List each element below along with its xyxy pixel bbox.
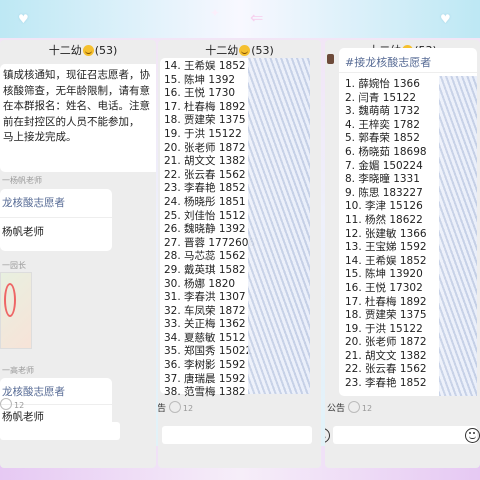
sparkle-icon: ✦ [210,6,221,20]
notice-count: 12 [14,401,25,410]
list-item: 18. 贾建荣 1375 [164,114,246,127]
list-item: 36. 李树影 1592 [164,359,246,372]
list-item: 5. 郭春荣 1852 [345,132,420,145]
list-item: 13. 王宝娣 1592 [345,241,427,254]
list-item: 17. 杜春梅 1892 [164,100,246,113]
member-count: (53) [251,44,274,57]
list-item: 19. 于洪 15122 [345,322,423,335]
chat-title: 十二幼 [48,44,82,57]
reply-text: 杨帆老师 [2,226,44,238]
arrow-decoration-icon: ⇐ [250,8,264,27]
list-item: 26. 魏晓静 1392 [164,223,246,236]
list-item: 27. 晋蓉 1772606 [164,236,256,249]
list-item: 24. 杨晓彤 1851 [164,195,246,208]
notice-icon [168,401,181,413]
list-item: 14. 王希娱 1852 [345,254,427,267]
list-item: 2. 闫青 15122 [345,91,417,104]
list-item: 38. 范雪梅 1382 [164,386,246,399]
list-item: 31. 李春洪 1307 [164,291,246,304]
message-bubble[interactable]: 14. 王希娱 1852 15. 陈坤 1392 16. 王悦 1730 17.… [160,58,310,398]
list-item: 10. 李津 15126 [345,200,423,213]
link-card[interactable]: 龙核酸志愿者 杨帆老师 [0,189,112,251]
list-item: 16. 王悦 1730 [164,87,236,100]
heart-icon: ♥ [440,12,451,26]
chat-title-bar: 十二幼 (53) [10,40,156,62]
list-item: 22. 张云春 1562 [164,168,246,181]
list-item: 22. 张云春 1562 [345,363,427,376]
list-item: 29. 戴英琪 1582 [164,263,246,276]
list-item: 20. 张老师 1872 [164,141,246,154]
list-item: 32. 车凤荣 1872 [164,304,246,317]
chat-input-row [0,420,156,442]
message-bubble[interactable]: 镇成核通知，现征召志愿者，协 核酸筛查，无年龄限制，请有意 在本群报名：姓名、电… [0,64,156,172]
list-item: 34. 夏慈敏 1512 [164,331,246,344]
notice-label: 公告 [158,404,167,414]
list-item: 7. 金媚 150224 [345,159,423,172]
volunteer-list: 14. 王希娱 1852 15. 陈坤 1392 16. 王悦 1730 17.… [164,60,304,400]
list-item: 23. 李春艳 1852 [345,377,427,390]
list-item: 17. 杜春梅 1892 [345,295,427,308]
message-input[interactable] [333,426,477,444]
smiley-emoji-icon [239,45,251,56]
list-item: 25. 刘佳怡 1512 [164,209,246,222]
sender-name: 一杨帆老师 [2,176,42,185]
message-input[interactable] [0,422,120,440]
sender-name: 一园长 [2,261,26,270]
list-item: 21. 胡文文 1382 [164,155,246,168]
chat-title: 十二幼 [205,44,239,57]
list-item: 20. 张老师 1872 [345,336,427,349]
list-item: 6. 杨晓茹 18698 [345,145,427,158]
list-item: 3. 魏萌萌 1732 [345,105,420,118]
list-item: 14. 王希娱 1852 [164,60,246,72]
notice-icon [347,401,360,413]
chat-screenshot-left: 十二幼 (53) 镇成核通知，现征召志愿者，协 核酸筛查，无年龄限制，请有意 在本… [0,40,156,468]
smiley-emoji-icon [82,45,94,56]
notice-label: 公告 [327,404,346,414]
image-thumbnail[interactable] [0,272,32,349]
list-item: 4. 王梓奕 1782 [345,118,420,131]
list-item: 28. 马芯蕊 1562 [164,250,246,263]
list-item: 9. 陈思 183227 [345,186,423,199]
sender-name: 一高老师 [2,366,34,375]
top-border-decoration [0,0,480,38]
list-item: 35. 郑国秀 15022 [164,345,253,358]
notice-bar[interactable]: 公告 12 [327,401,480,417]
list-item: 15. 陈坤 1392 [164,73,236,86]
notice-count: 12 [182,404,194,413]
chat-screenshot-right: 十二幼(53) #接龙核酸志愿者 1. 薛婉怡 1366 2. 闫青 15122… [325,40,480,468]
notice-bar[interactable]: 12 [0,398,156,414]
list-item: 16. 王悦 17302 [345,281,423,294]
list-item: 1. 薛婉怡 1366 [345,78,420,90]
member-count: (53) [94,44,118,57]
list-item: 37. 唐瑞晨 1592 [164,372,246,385]
message-input[interactable] [162,426,312,444]
chat-screenshot-middle: 十二幼 (53) 14. 王希娱 1852 15. 陈坤 1392 16. 王悦 … [158,40,321,468]
list-item: 12. 张建敏 1366 [345,227,427,240]
heart-icon: ♥ [18,12,29,26]
notice-icon [0,398,12,410]
link-card-title: 龙核酸志愿者 [2,197,65,209]
list-item: 21. 胡文文 1382 [345,349,427,362]
message-text: 镇成核通知，现征召志愿者，协 核酸筛查，无年龄限制，请有意 在本群报名：姓名、电… [3,69,150,143]
message-bubble[interactable]: #接龙核酸志愿者 1. 薛婉怡 1366 2. 闫青 15122 3. 魏萌萌 … [339,48,477,396]
link-card-title: 龙核酸志愿者 [2,386,65,398]
emoji-icon[interactable] [325,428,330,443]
chat-input-row [325,424,480,446]
list-item: 11. 杨然 18622 [345,213,423,226]
volunteer-list: 1. 薛婉怡 1366 2. 闫青 15122 3. 魏萌萌 1732 4. 王… [345,78,475,391]
list-item: 33. 关正梅 1362 [164,318,246,331]
list-item: 8. 李晓曈 1331 [345,173,420,186]
list-item: 15. 陈坤 13920 [345,268,423,281]
list-item: 18. 贾建荣 1375 [345,309,427,322]
list-item: 30. 杨娜 1820 [164,277,236,290]
chat-input-row [158,424,321,446]
notice-count: 12 [361,404,373,413]
notice-bar[interactable]: 公告 12 [158,401,321,417]
list-item: 23. 李春艳 1852 [164,182,246,195]
list-item: 19. 于洪 15122 [164,127,242,140]
solitaire-header: #接龙核酸志愿者 [345,56,432,69]
emoji-icon[interactable] [465,428,480,443]
